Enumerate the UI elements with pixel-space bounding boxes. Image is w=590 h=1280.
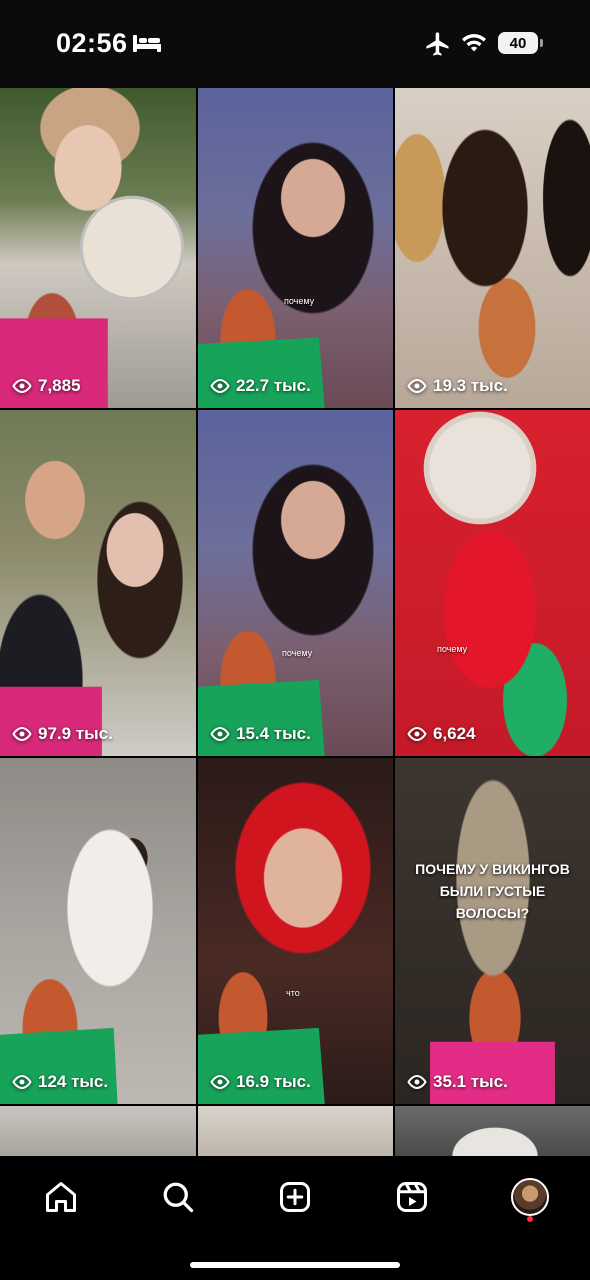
reel-caption: почему xyxy=(437,644,468,654)
profile-button[interactable] xyxy=(505,1172,555,1222)
battery-indicator: 40 xyxy=(498,32,543,54)
eye-icon xyxy=(12,379,32,393)
reel-tile-4[interactable]: 97.9 тыс. xyxy=(0,410,196,756)
reel-title: ПОЧЕМУ У ВИКИНГОВ БЫЛИ ГУСТЫЕ ВОЛОСЫ? xyxy=(415,861,570,921)
view-count: 124 тыс. xyxy=(12,1072,108,1092)
eye-icon xyxy=(12,1075,32,1089)
reel-tile-3[interactable]: 19.3 тыс. xyxy=(395,88,590,408)
reels-button[interactable] xyxy=(387,1172,437,1222)
view-count: 7,885 xyxy=(12,376,81,396)
eye-icon xyxy=(210,1075,230,1089)
view-count: 22.7 тыс. xyxy=(210,376,311,396)
reel-tile-12[interactable] xyxy=(395,1106,590,1156)
create-button[interactable] xyxy=(270,1172,320,1222)
reel-tile-1[interactable]: 7,885 xyxy=(0,88,196,408)
view-count: 15.4 тыс. xyxy=(210,724,311,744)
reel-caption: что xyxy=(286,988,300,998)
reel-tile-8[interactable]: что 16.9 тыс. xyxy=(198,758,393,1104)
view-count: 97.9 тыс. xyxy=(12,724,113,744)
reel-tile-6[interactable]: почему 6,624 xyxy=(395,410,590,756)
home-indicator xyxy=(190,1262,400,1268)
add-post-icon xyxy=(280,1182,310,1212)
view-count: 6,624 xyxy=(407,724,476,744)
profile-avatar xyxy=(511,1178,549,1216)
status-bar: 02:56 40 xyxy=(0,0,590,88)
eye-icon xyxy=(407,727,427,741)
home-icon xyxy=(46,1182,76,1212)
eye-icon xyxy=(407,1075,427,1089)
battery-level: 40 xyxy=(509,34,527,52)
search-button[interactable] xyxy=(153,1172,203,1222)
view-count: 35.1 тыс. xyxy=(407,1072,508,1092)
reel-tile-11[interactable] xyxy=(198,1106,393,1156)
eye-icon xyxy=(210,379,230,393)
sleep-focus-icon xyxy=(133,35,161,52)
reels-icon xyxy=(397,1182,427,1212)
eye-icon xyxy=(210,727,230,741)
reel-tile-9[interactable]: ПОЧЕМУ У ВИКИНГОВ БЫЛИ ГУСТЫЕ ВОЛОСЫ? 35… xyxy=(395,758,590,1104)
reel-thumbnail xyxy=(395,88,590,408)
status-time: 02:56 xyxy=(56,28,128,58)
view-count: 19.3 тыс. xyxy=(407,376,508,396)
reel-caption: почему xyxy=(284,296,315,306)
reel-tile-5[interactable]: почему 15.4 тыс. xyxy=(198,410,393,756)
reel-tile-2[interactable]: почему 22.7 тыс. xyxy=(198,88,393,408)
eye-icon xyxy=(12,727,32,741)
wifi-icon xyxy=(462,34,486,52)
reel-caption: почему xyxy=(282,648,313,658)
reel-tile-7[interactable]: 124 тыс. xyxy=(0,758,196,1104)
reel-thumbnail xyxy=(395,410,590,756)
reel-tile-10[interactable] xyxy=(0,1106,196,1156)
airplane-mode-icon xyxy=(426,32,449,56)
search-icon xyxy=(163,1182,194,1213)
home-button[interactable] xyxy=(36,1172,86,1222)
view-count: 16.9 тыс. xyxy=(210,1072,311,1092)
notification-dot xyxy=(527,1216,533,1222)
eye-icon xyxy=(407,379,427,393)
